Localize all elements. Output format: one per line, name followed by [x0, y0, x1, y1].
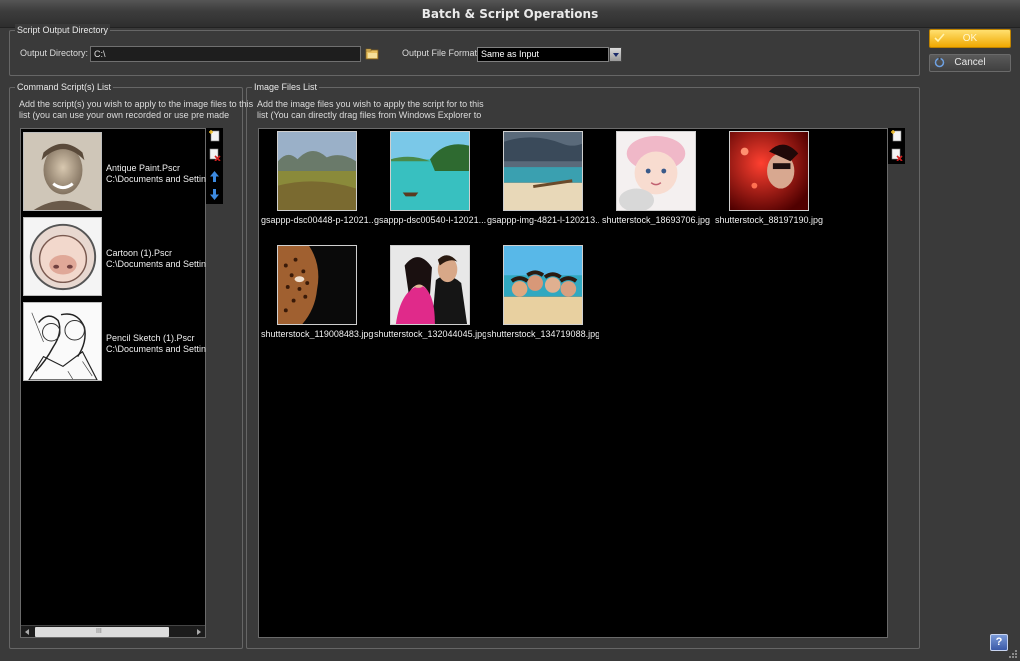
arrow-down-icon[interactable]: [208, 188, 221, 201]
image-files-list[interactable]: gsappp-dsc00448-p-12021... gsappp-dsc005…: [258, 128, 888, 638]
help-button[interactable]: ?: [990, 634, 1008, 651]
scrollbar-thumb[interactable]: III: [35, 627, 169, 637]
scrollbar-grip: III: [96, 628, 102, 635]
image-item[interactable]: shutterstock_132044045.jpg: [374, 245, 486, 345]
resize-grip-icon[interactable]: [1008, 649, 1018, 659]
remove-file-icon[interactable]: [890, 148, 903, 161]
script-name: Pencil Sketch (1).Pscr: [106, 333, 195, 343]
image-caption: gsappp-img-4821-l-120213...: [487, 215, 599, 225]
scroll-right-icon[interactable]: [197, 629, 201, 635]
images-hint-line1: Add the image files you wish to apply th…: [257, 99, 484, 109]
scripts-list[interactable]: Antique Paint.Pscr C:\Documents and Sett…: [20, 128, 206, 638]
image-thumbnail: [729, 131, 809, 211]
image-caption: shutterstock_132044045.jpg: [374, 329, 486, 339]
ok-button-label: OK: [962, 33, 978, 44]
scripts-toolbar: [206, 128, 223, 204]
image-caption: shutterstock_88197190.jpg: [714, 215, 824, 225]
checkmark-icon: [934, 33, 945, 43]
cancel-button[interactable]: Cancel: [929, 54, 1011, 72]
scripts-group-title: Command Script(s) List: [15, 81, 114, 93]
output-group-title: Script Output Directory: [15, 24, 111, 36]
chevron-down-icon[interactable]: [609, 47, 622, 62]
folder-icon[interactable]: [365, 47, 379, 61]
image-caption: shutterstock_18693706.jpg: [601, 215, 711, 225]
image-files-group: Image Files List Add the image files you…: [246, 81, 920, 649]
window-title: Batch & Script Operations: [0, 0, 1020, 28]
output-directory-group: Script Output Directory Output Directory…: [9, 24, 920, 76]
image-item[interactable]: gsappp-dsc00448-p-12021...: [261, 131, 373, 231]
cancel-button-label: Cancel: [954, 57, 986, 68]
image-item[interactable]: shutterstock_134719088.jpg: [487, 245, 599, 345]
image-caption: shutterstock_119008483.jpg: [261, 329, 373, 339]
image-thumbnail: [503, 245, 583, 325]
output-format-label: Output File Format:: [402, 48, 480, 58]
ok-button[interactable]: OK: [929, 29, 1011, 48]
script-item[interactable]: Cartoon (1).Pscr C:\Documents and Settin…: [23, 217, 206, 297]
add-file-icon[interactable]: [208, 129, 221, 142]
image-item[interactable]: shutterstock_88197190.jpg: [713, 131, 825, 231]
image-thumbnail: [277, 131, 357, 211]
image-thumbnail: [277, 245, 357, 325]
scroll-left-icon[interactable]: [25, 629, 29, 635]
script-path: C:\Documents and Settings: [106, 174, 206, 184]
script-path: C:\Documents and Settings: [106, 344, 206, 354]
output-format-select[interactable]: Same as Input: [477, 47, 609, 62]
image-thumbnail: [390, 245, 470, 325]
image-caption: shutterstock_134719088.jpg: [487, 329, 599, 339]
image-caption: gsappp-dsc00540-l-12021...: [374, 215, 486, 225]
scripts-hint-line2: list (you can use your own recorded or u…: [19, 110, 230, 120]
script-name: Cartoon (1).Pscr: [106, 248, 173, 258]
image-item[interactable]: shutterstock_119008483.jpg: [261, 245, 373, 345]
script-thumbnail-pencil-sketch: [23, 302, 102, 381]
images-group-title: Image Files List: [252, 81, 320, 93]
scripts-horizontal-scrollbar[interactable]: III: [21, 625, 205, 637]
arrow-up-icon[interactable]: [208, 170, 221, 183]
script-name: Antique Paint.Pscr: [106, 163, 181, 173]
script-thumbnail-cartoon: [23, 217, 102, 296]
images-toolbar: [888, 128, 905, 164]
output-directory-input[interactable]: C:\: [90, 46, 361, 62]
image-caption: gsappp-dsc00448-p-12021...: [261, 215, 373, 225]
image-item[interactable]: gsappp-img-4821-l-120213...: [487, 131, 599, 231]
image-item[interactable]: shutterstock_18693706.jpg: [600, 131, 712, 231]
image-thumbnail: [616, 131, 696, 211]
script-thumbnail-antique-paint: [23, 132, 102, 211]
script-item[interactable]: Antique Paint.Pscr C:\Documents and Sett…: [23, 132, 206, 212]
image-thumbnail: [503, 131, 583, 211]
remove-file-icon[interactable]: [208, 148, 221, 161]
cancel-icon: [934, 57, 945, 68]
script-item[interactable]: Pencil Sketch (1).Pscr C:\Documents and …: [23, 302, 206, 382]
script-path: C:\Documents and Settings: [106, 259, 206, 269]
scripts-hint-line1: Add the script(s) you wish to apply to t…: [19, 99, 254, 109]
command-scripts-group: Command Script(s) List Add the script(s)…: [9, 81, 253, 649]
image-item[interactable]: gsappp-dsc00540-l-12021...: [374, 131, 486, 231]
image-thumbnail: [390, 131, 470, 211]
add-file-icon[interactable]: [890, 129, 903, 142]
output-directory-label: Output Directory:: [20, 48, 89, 58]
images-hint-line2: list (You can directly drag files from W…: [257, 110, 482, 120]
